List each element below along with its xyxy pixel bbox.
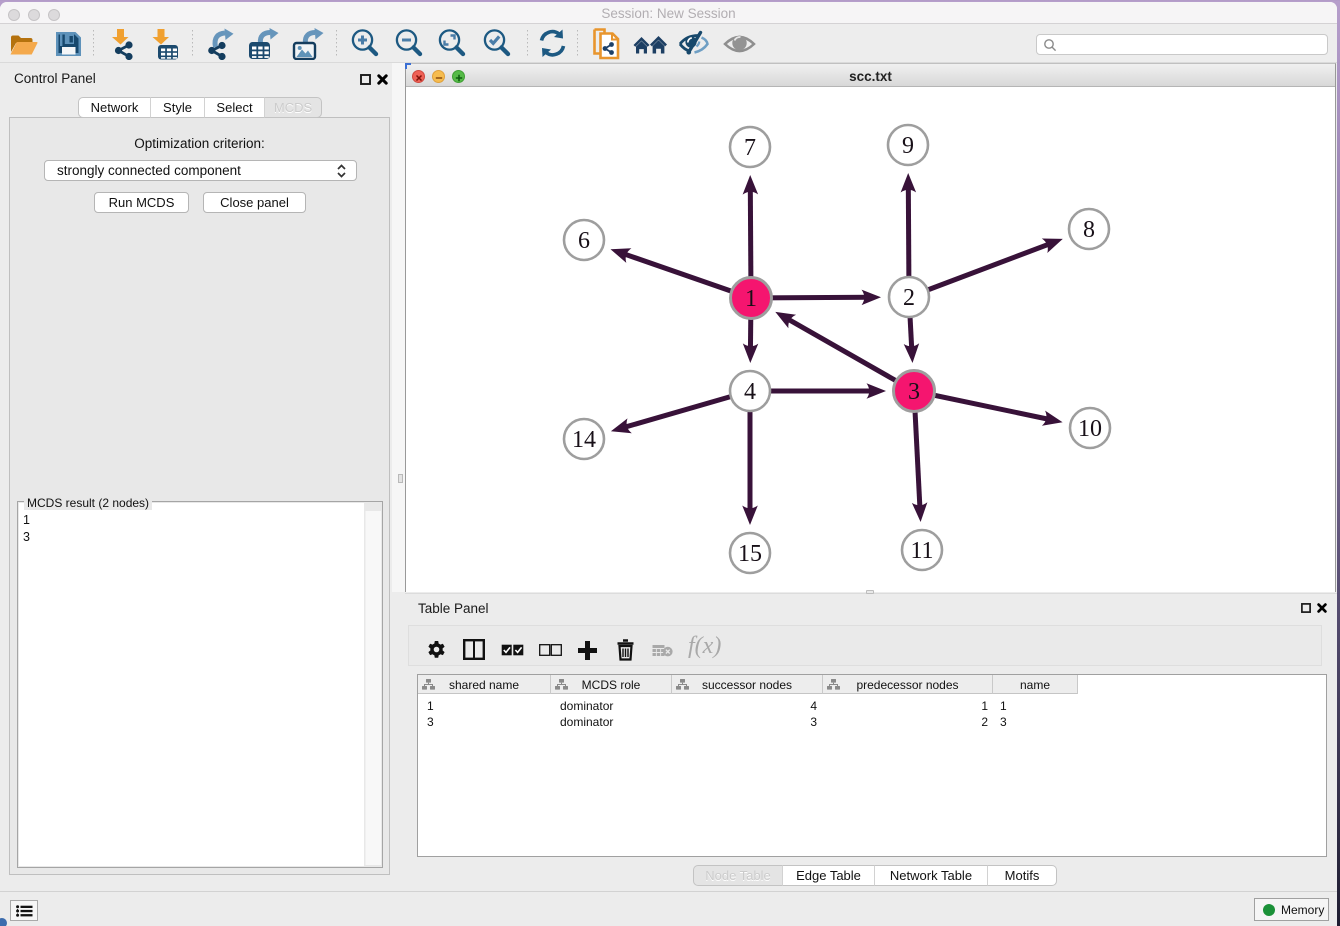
svg-text:9: 9 (902, 133, 914, 159)
svg-text:3: 3 (908, 379, 920, 405)
svg-text:7: 7 (744, 135, 756, 161)
svg-text:11: 11 (910, 538, 933, 564)
svg-text:10: 10 (1078, 416, 1102, 442)
svg-text:4: 4 (744, 379, 756, 405)
svg-text:15: 15 (738, 541, 762, 567)
svg-text:8: 8 (1083, 217, 1095, 243)
svg-text:2: 2 (903, 285, 915, 311)
svg-text:14: 14 (572, 427, 596, 453)
svg-text:6: 6 (578, 228, 590, 254)
svg-text:1: 1 (745, 286, 757, 312)
